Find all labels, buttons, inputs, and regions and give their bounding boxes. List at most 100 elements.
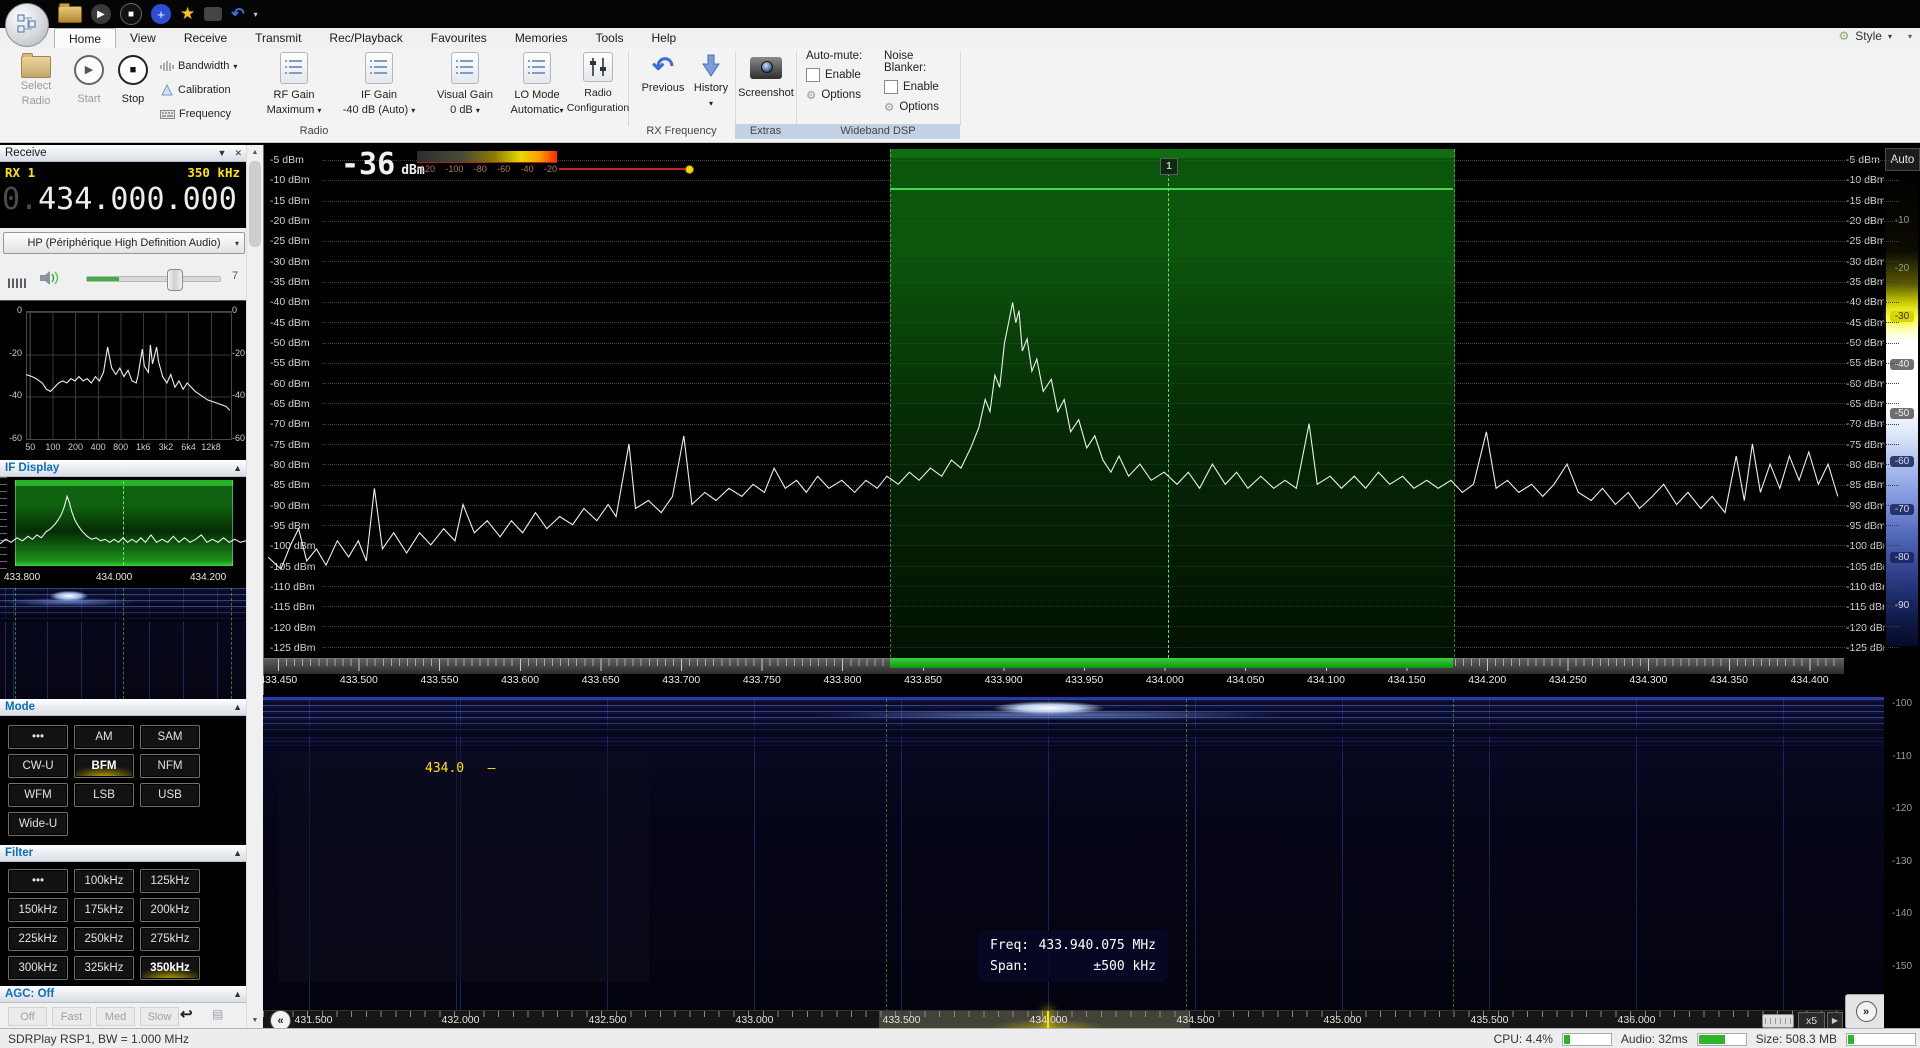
filter-button[interactable]: 325kHz [74,956,134,980]
volume-value: 7 [232,270,238,282]
start-button[interactable]: ▶ Start [68,52,110,106]
zoom-x5-button[interactable]: x5 [1798,1012,1825,1029]
favourite-star-icon[interactable]: ★ [180,4,195,24]
mode-button[interactable]: AM [74,725,134,749]
if-display-header[interactable]: IF Display ▲ [0,460,246,477]
qat-caret-icon[interactable]: ▾ [254,10,258,19]
audio-device-select[interactable]: HP (Périphérique High Definition Audio) … [3,232,245,254]
filter-button[interactable]: 300kHz [8,956,68,980]
screenshot-button[interactable]: Screenshot [738,52,794,100]
agc-collapse-icon[interactable]: ▲ [233,986,242,1003]
agc-button[interactable]: Off [8,1007,47,1026]
if-waterfall[interactable] [0,588,246,699]
filter-button[interactable]: 100kHz [74,869,134,893]
filter-button[interactable]: 125kHz [140,869,200,893]
full-span-scale[interactable]: 431.500432.000432.500433.000433.500434.0… [263,1010,1843,1029]
agc-button[interactable]: Slow [140,1007,179,1026]
scale-right-icon[interactable]: ▶ [1827,1012,1843,1029]
rf-gain-button[interactable]: RF Gain Maximum ▾ [258,52,330,117]
left-panel-scrollbar[interactable]: ▲ ▼ [246,145,263,1028]
mode-collapse-icon[interactable]: ▲ [233,699,242,716]
mode-button[interactable]: CW-U [8,754,68,778]
filter-button[interactable]: 175kHz [74,898,134,922]
scrollbar-thumb[interactable] [249,161,261,247]
auto-mute-checkbox[interactable] [806,68,820,82]
noise-blanker-enable[interactable]: Enable [884,80,958,94]
volume-slider[interactable] [86,276,221,282]
filter-button[interactable]: 250kHz [74,927,134,951]
filter-button[interactable]: 350kHz [140,956,200,980]
scale-label: 433.000 [681,1014,828,1026]
auto-mute-options-button[interactable]: ⚙Options [806,88,878,102]
mode-button[interactable]: LSB [74,783,134,807]
noise-blanker-checkbox[interactable] [884,80,898,94]
frequency-button[interactable]: Frequency [160,104,231,124]
style-menu[interactable]: ⚙ Style ▾ ▾ [1839,29,1912,43]
mode-button[interactable]: USB [140,783,200,807]
agc-button[interactable]: Med [96,1007,135,1026]
speaker-icon[interactable] [38,268,60,291]
mode-button[interactable]: Wide-U [8,812,68,836]
radio-configuration-button[interactable]: Radio Configuration [570,52,626,115]
menu-tab[interactable]: Favourites [417,28,501,48]
receive-panel-header[interactable]: Receive ▼✕ [0,145,246,162]
rx-filter-band-bottom[interactable] [890,658,1453,668]
menu-tab[interactable]: Tools [582,28,638,48]
open-folder-icon[interactable] [58,6,82,23]
history-button[interactable]: History ▾ [690,52,732,110]
frequency-readout[interactable]: 0.434.000.000 [2,182,237,217]
receive-close-icon[interactable]: ✕ [234,145,242,162]
agc-button[interactable]: Fast [52,1007,91,1026]
menu-tab[interactable]: View [116,28,170,48]
menu-tab[interactable]: Memories [501,28,582,48]
undo-icon[interactable]: ↶ [231,4,244,24]
mode-button[interactable]: BFM [74,754,134,778]
camera-icon[interactable] [204,7,222,21]
keyboard-entry-icon[interactable] [1762,1014,1794,1028]
agc-panel-icon[interactable]: ▤ [212,1007,223,1021]
levels-icon[interactable] [8,272,26,288]
mode-button[interactable]: SAM [140,725,200,749]
mode-header[interactable]: Mode ▲ [0,699,246,716]
visual-gain-button[interactable]: Visual Gain 0 dB ▾ [428,52,502,117]
scroll-right-button[interactable]: » [1856,1001,1877,1022]
filter-button[interactable]: 200kHz [140,898,200,922]
previous-button[interactable]: ↶ Previous [638,52,688,95]
app-menu-button[interactable] [5,3,49,47]
filter-header[interactable]: Filter ▲ [0,845,246,862]
calibration-button[interactable]: Calibration [160,80,231,100]
mode-button[interactable]: ••• [8,725,68,749]
agc-header[interactable]: AGC: Off ▲ [0,986,246,1003]
select-radio-button[interactable]: Select Radio [8,52,64,108]
menu-tab[interactable]: Transmit [241,28,315,48]
stop-button[interactable]: ■ Stop [112,52,154,106]
waterfall-display[interactable]: 434.0 – Freq:433.940.075 MHz Span:±500 k… [263,697,1884,1012]
receive-collapse-icon[interactable]: ▼ [218,145,227,162]
mode-button[interactable]: WFM [8,783,68,807]
scroll-up-icon[interactable]: ▲ [247,145,263,160]
menu-tab[interactable]: Help [638,28,691,48]
if-display-collapse-icon[interactable]: ▲ [233,460,242,477]
if-gain-button[interactable]: IF Gain -40 dB (Auto) ▾ [336,52,422,117]
agc-back-icon[interactable]: ↩ [180,1005,193,1023]
lo-mode-button[interactable]: LO Mode Automatic▾ [506,52,568,117]
filter-button[interactable]: 225kHz [8,927,68,951]
rx-marker[interactable]: 1 [1160,158,1178,175]
menu-tab[interactable]: Receive [170,28,241,48]
filter-collapse-icon[interactable]: ▲ [233,845,242,862]
volume-slider-thumb[interactable] [167,269,183,291]
filter-button[interactable]: 275kHz [140,927,200,951]
filter-button[interactable]: 150kHz [8,898,68,922]
add-icon[interactable]: + [151,4,171,24]
bandwidth-button[interactable]: Bandwidth ▾ [160,56,237,76]
stop-icon[interactable]: ■ [120,3,142,25]
filter-button[interactable]: ••• [8,869,68,893]
mode-button[interactable]: NFM [140,754,200,778]
noise-blanker-options-button[interactable]: ⚙Options [884,100,958,114]
menu-tab[interactable]: Rec/Playback [315,28,416,48]
ribbon-collapse-icon[interactable]: ▾ [1908,32,1912,41]
rf-spectrum-display[interactable]: -5 dBm-10 dBm-15 dBm-20 dBm-25 dBm-30 dB… [263,145,1885,695]
play-icon[interactable]: ▶ [91,4,111,24]
menu-tab[interactable]: Home [54,28,116,48]
auto-mute-enable[interactable]: Enable [806,68,878,82]
